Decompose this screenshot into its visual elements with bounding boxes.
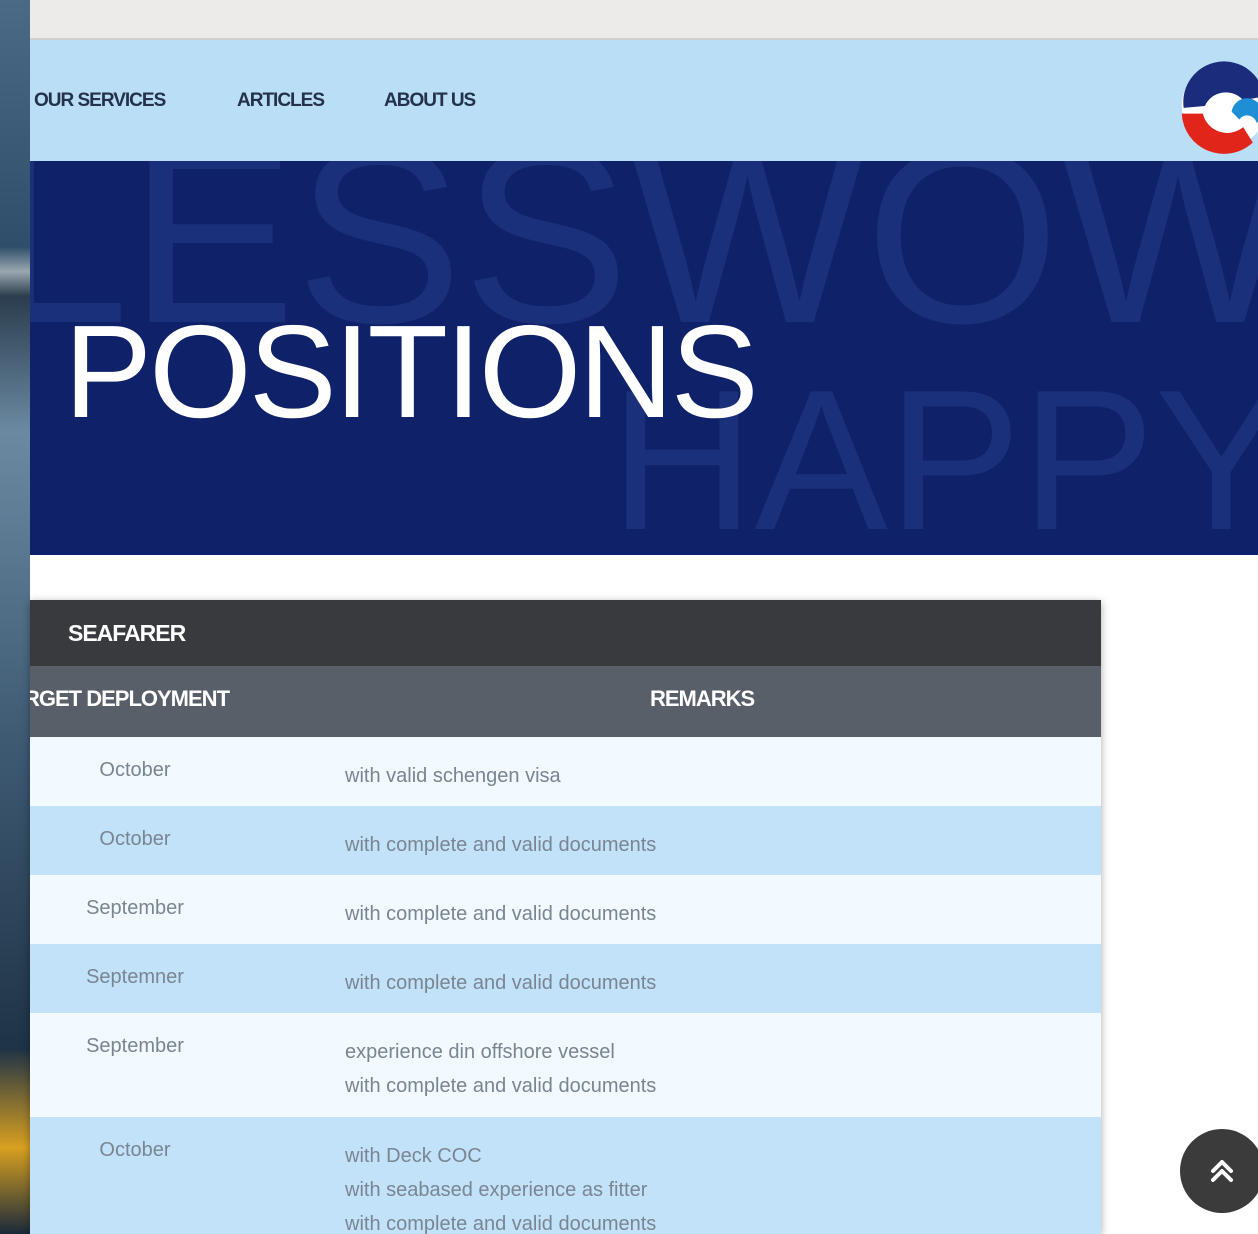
remarks-cell: with complete and valid documents [345, 828, 656, 862]
company-logo[interactable] [1176, 56, 1258, 156]
deployment-cell: October [99, 828, 171, 850]
column-header-deployment: RGET DEPLOYMENT [30, 686, 230, 711]
nav-articles[interactable]: ARTICLES [237, 88, 325, 114]
remark-line: with Deck COC [345, 1145, 482, 1167]
navigation-bar [30, 40, 1258, 161]
remarks-cell: with complete and valid documents [345, 897, 656, 931]
table-row: September experience din offshore vessel… [30, 1013, 1101, 1117]
scroll-to-top-button[interactable] [1180, 1129, 1258, 1213]
table-row: October with valid schengen visa [30, 737, 1101, 806]
remark-line: with valid schengen visa [345, 765, 561, 787]
remark-line: with seabased experience as fitter [345, 1179, 648, 1201]
nav-our-services[interactable]: OUR SERVICES [34, 88, 166, 114]
table-row: September with complete and valid docume… [30, 875, 1101, 944]
remarks-cell: experience din offshore vessel with comp… [345, 1035, 656, 1103]
browser-top-bar [30, 0, 1258, 40]
remark-line: with complete and valid documents [345, 834, 657, 856]
deployment-cell: October [99, 759, 171, 781]
table-row: Septemner with complete and valid docume… [30, 944, 1101, 1013]
page-title: POSITIONS [64, 298, 759, 445]
table-header: RGET DEPLOYMENT REMARKS [30, 666, 1101, 737]
deployment-cell: October [99, 1139, 171, 1161]
remark-line: experience din offshore vessel [345, 1041, 615, 1063]
hero-banner: LESSWOW HAPPYN POSITIONS [30, 161, 1258, 555]
positions-table-card: SEAFARER RGET DEPLOYMENT REMARKS October… [30, 600, 1101, 1234]
remark-line: with complete and valid documents [345, 972, 657, 994]
table-row: October with complete and valid document… [30, 806, 1101, 875]
column-header-remarks: REMARKS [650, 686, 755, 711]
deployment-cell: September [86, 897, 184, 919]
remarks-cell: with Deck COC with seabased experience a… [345, 1139, 656, 1234]
nav-about-us[interactable]: ABOUT US [384, 88, 476, 114]
remark-line: with complete and valid documents [345, 1075, 657, 1097]
remark-line: with complete and valid documents [345, 903, 657, 925]
remark-line: with complete and valid documents [345, 1213, 657, 1234]
double-chevron-up-icon [1211, 1160, 1233, 1182]
deployment-cell: September [86, 1035, 184, 1057]
remarks-cell: with complete and valid documents [345, 966, 656, 1000]
table-row: October with Deck COC with seabased expe… [30, 1117, 1101, 1234]
table-section-title: SEAFARER [30, 600, 1101, 666]
deployment-cell: Septemner [86, 966, 184, 988]
remarks-cell: with valid schengen visa [345, 759, 561, 793]
left-background-strip [0, 0, 30, 1234]
